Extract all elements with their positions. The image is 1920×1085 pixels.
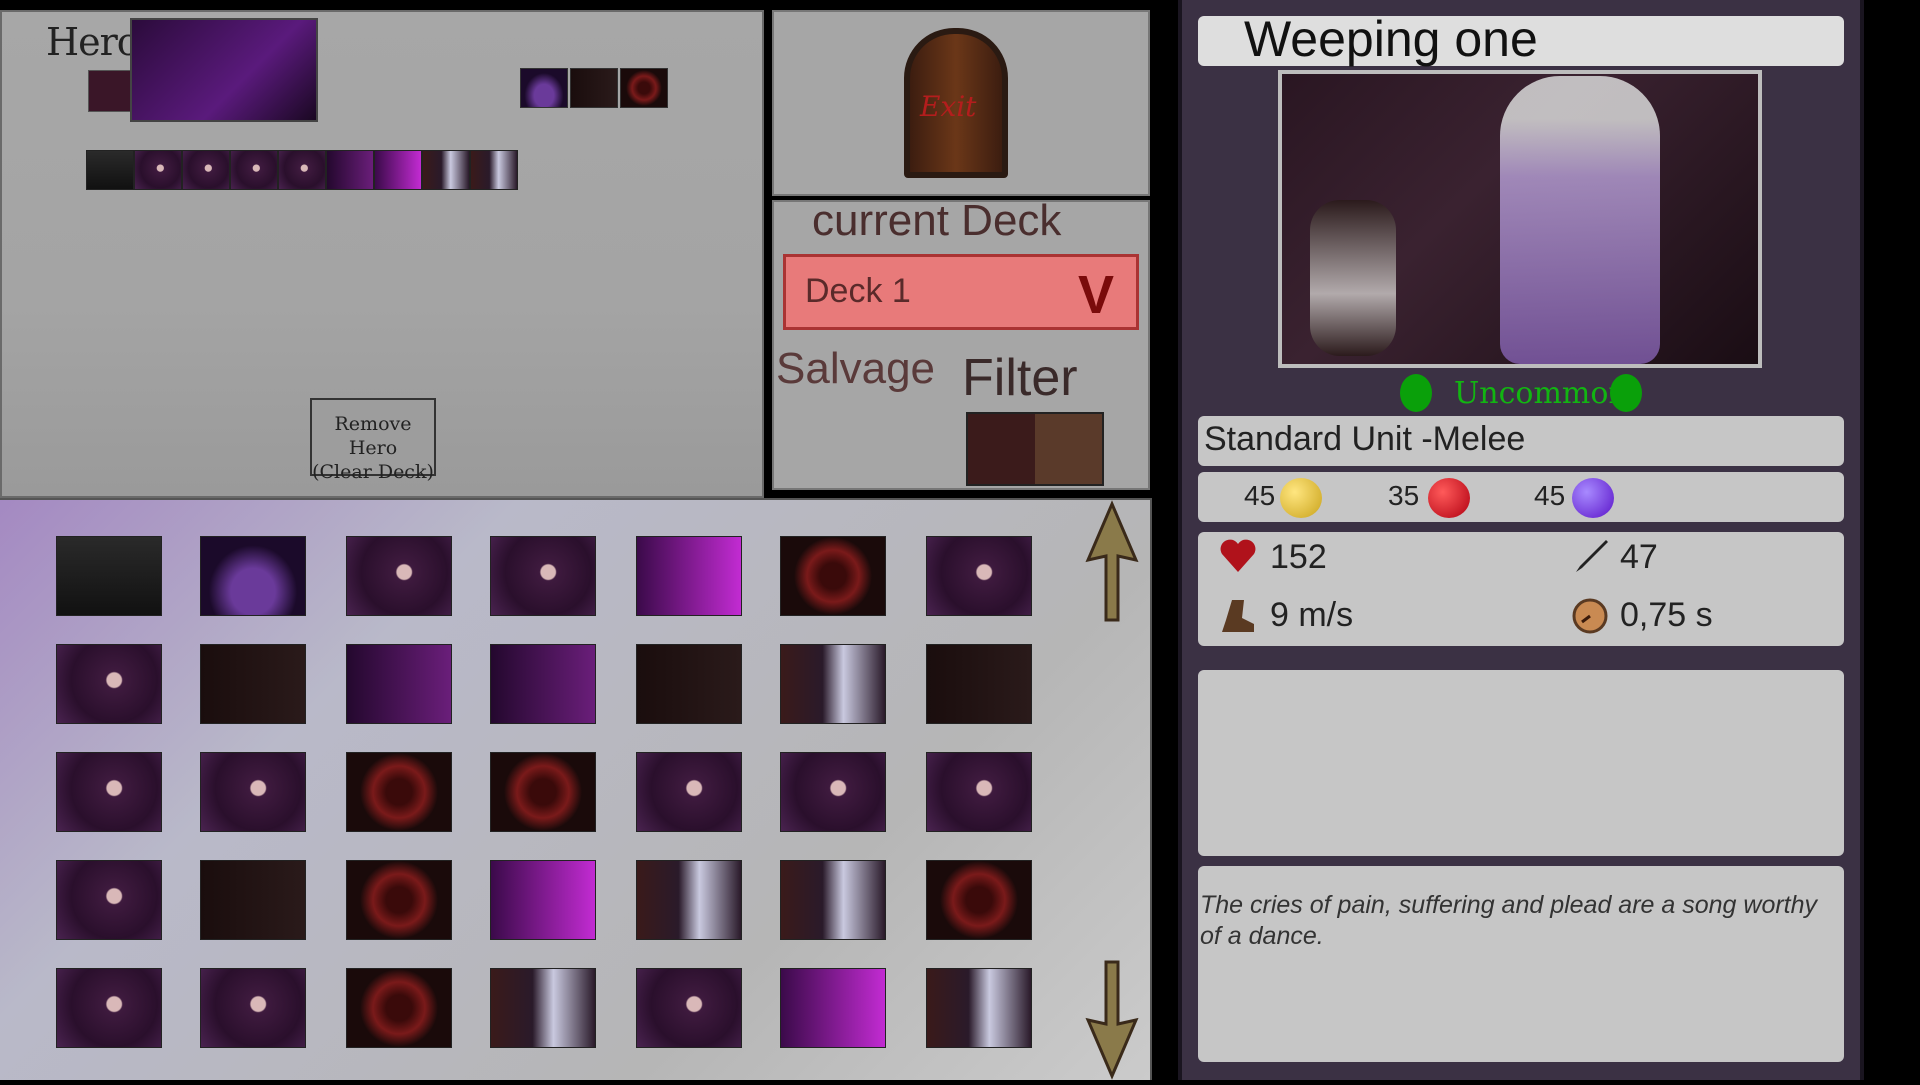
weeping-one-figure-image: [1500, 76, 1660, 364]
attack-speed-value: 0,75 s: [1620, 596, 1713, 634]
deck-strip-card[interactable]: [470, 150, 518, 190]
red-cost: 35: [1388, 480, 1420, 511]
boot-icon: [1218, 596, 1258, 636]
current-deck-label: current Deck: [812, 196, 1062, 245]
collection-card-candles[interactable]: [200, 644, 306, 724]
collection-card-scream[interactable]: [636, 968, 742, 1048]
deck-strip-card[interactable]: [86, 150, 134, 190]
collection-card-scream[interactable]: [926, 752, 1032, 832]
collection-card-girl-dark[interactable]: [346, 644, 452, 724]
deck-strip-card[interactable]: [278, 150, 326, 190]
speed-value: 9 m/s: [1270, 596, 1354, 634]
collection-card-girl-dark[interactable]: [490, 644, 596, 724]
purple-cost: 45: [1534, 480, 1566, 511]
filter-label: Filter: [962, 349, 1078, 407]
severed-head-image: [1310, 200, 1396, 356]
collection-card-scream[interactable]: [490, 536, 596, 616]
gold-coins-icon: [1280, 478, 1322, 518]
purple-orb-icon: [1572, 478, 1614, 518]
card-collection-panel: [0, 498, 1152, 1080]
collection-card-pit[interactable]: [346, 860, 452, 940]
collection-card-weeping[interactable]: [926, 968, 1032, 1048]
rarity-label: Uncommon: [1454, 376, 1628, 411]
hero-ability-candles-icon[interactable]: [570, 68, 618, 108]
health-value: 152: [1270, 538, 1327, 576]
collection-card-scream[interactable]: [200, 968, 306, 1048]
chevron-down-icon[interactable]: V: [1078, 264, 1114, 326]
collection-card-pit[interactable]: [490, 752, 596, 832]
deck-select-value: Deck 1: [805, 272, 911, 310]
collection-card-scream[interactable]: [56, 860, 162, 940]
collection-card-scream[interactable]: [346, 536, 452, 616]
collection-card-scream[interactable]: [200, 752, 306, 832]
red-orb-icon: [1428, 478, 1470, 518]
deck-strip-card[interactable]: [326, 150, 374, 190]
collection-card-candles[interactable]: [636, 644, 742, 724]
deck-strip-card[interactable]: [422, 150, 470, 190]
scroll-up-arrow-icon[interactable]: [1082, 500, 1142, 624]
collection-card-scream[interactable]: [926, 536, 1032, 616]
collection-card-pit[interactable]: [780, 536, 886, 616]
remove-hero-button[interactable]: Remove Hero (Clear Deck): [310, 398, 436, 483]
salvage-button[interactable]: Salvage: [776, 344, 935, 394]
rarity-gem-icon: [1400, 374, 1432, 412]
collection-card-scream[interactable]: [56, 968, 162, 1048]
collection-card-scream[interactable]: [56, 752, 162, 832]
unit-type: Standard Unit -Melee: [1204, 420, 1526, 458]
collection-card-weeping[interactable]: [490, 968, 596, 1048]
collection-card-girl[interactable]: [490, 860, 596, 940]
unit-description: The cries of pain, suffering and plead a…: [1200, 891, 1818, 950]
collection-card-weeping[interactable]: [780, 860, 886, 940]
collection-card-weeping[interactable]: [636, 860, 742, 940]
collection-card-pit[interactable]: [926, 860, 1032, 940]
deck-strip-card[interactable]: [374, 150, 422, 190]
deck-strip-card[interactable]: [134, 150, 182, 190]
hero-ability-altar-icon[interactable]: [520, 68, 568, 108]
gold-cost: 45: [1244, 480, 1276, 511]
collection-card-altar[interactable]: [200, 536, 306, 616]
ability-box: [1198, 670, 1844, 856]
collection-card-scream[interactable]: [56, 644, 162, 724]
collection-card-scream[interactable]: [636, 752, 742, 832]
hero-portrait[interactable]: [130, 18, 318, 122]
collection-card-scream[interactable]: [780, 752, 886, 832]
unit-name: Weeping one: [1244, 11, 1538, 67]
collection-card-pit[interactable]: [346, 752, 452, 832]
hero-ability-pit-icon[interactable]: [620, 68, 668, 108]
attack-value: 47: [1620, 538, 1658, 576]
deck-strip-card[interactable]: [230, 150, 278, 190]
collection-card-crypt[interactable]: [56, 536, 162, 616]
rarity-gem-icon: [1610, 374, 1642, 412]
collection-card-girl[interactable]: [780, 968, 886, 1048]
dagger-icon: [1570, 536, 1610, 576]
collection-card-pit[interactable]: [346, 968, 452, 1048]
deck-strip-card[interactable]: [182, 150, 230, 190]
hero-ability-row: [520, 68, 668, 108]
clock-icon: [1570, 596, 1610, 636]
collection-card-candles[interactable]: [200, 860, 306, 940]
deck-card-strip: [86, 150, 518, 192]
filter-toggle-button[interactable]: [966, 412, 1104, 486]
heart-icon: [1218, 536, 1258, 576]
scroll-down-arrow-icon[interactable]: [1082, 958, 1142, 1080]
exit-label: Exit: [920, 90, 977, 123]
collection-card-girl[interactable]: [636, 536, 742, 616]
collection-card-candles[interactable]: [926, 644, 1032, 724]
collection-card-weeping[interactable]: [780, 644, 886, 724]
